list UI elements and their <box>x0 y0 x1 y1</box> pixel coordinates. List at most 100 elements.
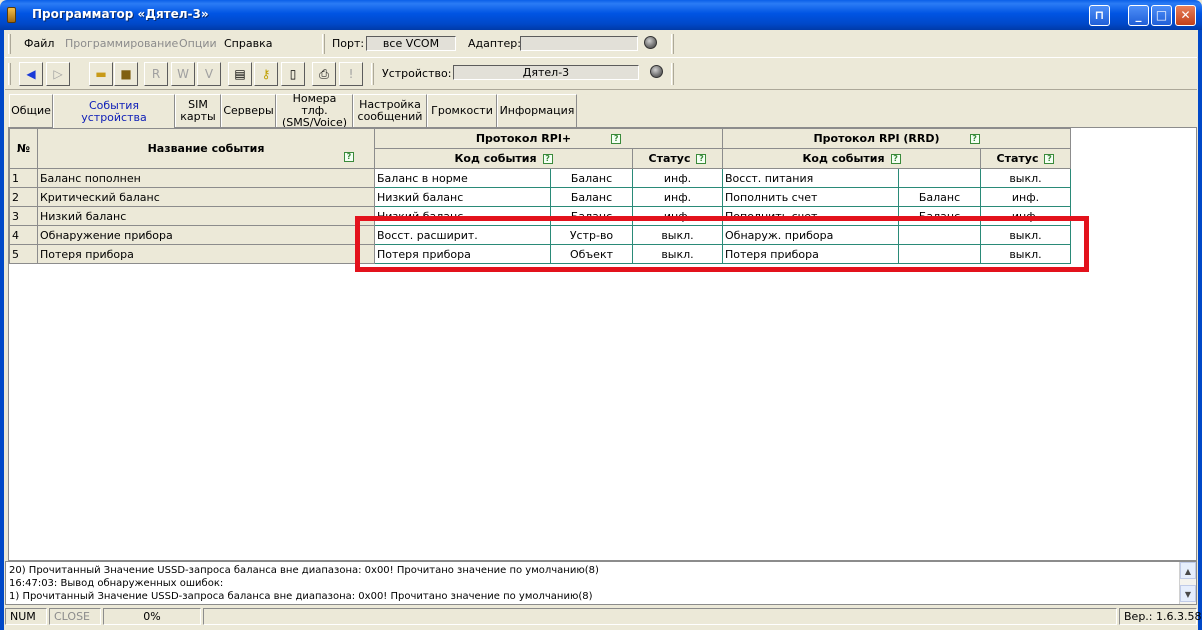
help-icon[interactable]: ? <box>1044 154 1055 164</box>
rpi-rrd-subcode-cell[interactable]: Баланс <box>898 187 981 207</box>
menu-file[interactable]: Файл <box>24 37 54 50</box>
rpi-plus-status-cell[interactable]: выкл. <box>632 244 723 264</box>
rpi-rrd-subcode-cell[interactable] <box>898 168 981 188</box>
rpi-rrd-status-cell[interactable]: инф. <box>980 187 1071 207</box>
toolbar-grip[interactable] <box>8 63 11 85</box>
minimize-button[interactable]: _ <box>1128 5 1149 26</box>
tab-information[interactable]: Информация <box>497 94 577 127</box>
write-device-icon[interactable]: W <box>171 62 195 86</box>
rpi-rrd-code-cell[interactable]: Пополнить счет <box>722 187 899 207</box>
close-button[interactable]: ✕ <box>1175 5 1196 26</box>
tab-message-settings[interactable]: Настройка сообщений <box>353 94 427 127</box>
rpi-rrd-subcode-cell[interactable]: Баланс <box>898 206 981 226</box>
rpi-plus-code-cell[interactable]: Низкий баланс <box>374 187 551 207</box>
device-grip[interactable] <box>371 63 374 85</box>
rpi-rrd-status-cell[interactable]: выкл. <box>980 168 1071 188</box>
rpi-rrd-subcode-cell[interactable] <box>898 225 981 245</box>
key-icon[interactable]: ⚷ <box>254 62 278 86</box>
tab-general[interactable]: Общие <box>9 94 53 127</box>
column-header-rpi-plus-code[interactable]: Код события? <box>374 148 633 169</box>
rpi-plus-status-cell[interactable]: инф. <box>632 206 723 226</box>
status-version: Вер.: 1.6.3.58 <box>1119 608 1201 625</box>
tab-device-events[interactable]: События устройства <box>53 94 175 128</box>
rpi-plus-code-cell[interactable]: Низкий баланс <box>374 206 551 226</box>
rpi-rrd-code-cell[interactable]: Восст. питания <box>722 168 899 188</box>
toolbar: ◀ ▷ ▬ ■ R W V ▤ ⚷ ▯ ⎙ ! Устройство: Дяте… <box>5 59 1197 90</box>
device-field[interactable]: Дятел-3 <box>453 65 639 80</box>
log-scrollbar[interactable]: ▲ ▼ <box>1179 562 1196 604</box>
tray-icon[interactable]: ⊓ <box>1089 5 1110 26</box>
table-row[interactable]: 3 Низкий баланс Низкий баланс Баланс инф… <box>9 206 1071 226</box>
help-icon[interactable]: ? <box>542 154 553 164</box>
events-table: № Название события? Протокол RPI+? Прото… <box>9 128 1071 264</box>
print-icon[interactable]: ⎙ <box>312 62 336 86</box>
window-frame-left <box>0 30 4 630</box>
verify-device-icon[interactable]: V <box>197 62 221 86</box>
tab-sim-cards[interactable]: SIM карты <box>175 94 221 127</box>
adapter-field[interactable] <box>520 36 638 51</box>
rpi-rrd-subcode-cell[interactable] <box>898 244 981 264</box>
table-row[interactable]: 2 Критический баланс Низкий баланс Балан… <box>9 187 1071 207</box>
tab-servers[interactable]: Серверы <box>221 94 276 127</box>
read-device-icon[interactable]: R <box>144 62 168 86</box>
title-bar[interactable]: Программатор «Дятел-3» ⊓ _ □ ✕ <box>0 0 1202 30</box>
rpi-plus-subcode-cell[interactable]: Баланс <box>550 187 633 207</box>
menu-options[interactable]: Опции <box>179 37 217 50</box>
column-header-event-name[interactable]: Название события? <box>37 128 375 169</box>
port-grip[interactable] <box>322 34 325 54</box>
rpi-plus-subcode-cell[interactable]: Баланс <box>550 206 633 226</box>
help-icon[interactable]: ? <box>890 154 901 164</box>
help-icon[interactable]: ? <box>969 134 980 144</box>
back-arrow-icon[interactable]: ◀ <box>19 62 43 86</box>
device-status-led <box>650 65 663 78</box>
menu-programming[interactable]: Программирование <box>65 37 178 50</box>
status-bar: NUM CLOSE 0% Вер.: 1.6.3.58 <box>5 606 1201 626</box>
table-row[interactable]: 4 Обнаружение прибора Восст. расширит. У… <box>9 225 1071 245</box>
group-header-rpi-plus-label: Протокол RPI+ <box>475 132 572 145</box>
menu-help[interactable]: Справка <box>224 37 272 50</box>
rpi-rrd-status-cell[interactable]: выкл. <box>980 244 1071 264</box>
rpi-plus-status-cell[interactable]: инф. <box>632 168 723 188</box>
open-folder-icon[interactable]: ▬ <box>89 62 113 86</box>
rpi-plus-code-cell[interactable]: Восст. расширит. <box>374 225 551 245</box>
help-icon[interactable]: ? <box>344 152 354 162</box>
tab-bar: Общие События устройства SIM карты Серве… <box>9 93 1197 129</box>
column-header-rpi-plus-status[interactable]: Статус? <box>632 148 723 169</box>
help-icon[interactable]: ? <box>611 134 622 144</box>
scroll-up-icon[interactable]: ▲ <box>1180 562 1196 579</box>
window-title: Программатор «Дятел-3» <box>32 7 209 21</box>
table-row[interactable]: 5 Потеря прибора Потеря прибора Объект в… <box>9 244 1071 264</box>
rpi-plus-status-cell[interactable]: инф. <box>632 187 723 207</box>
status-header-label: Статус <box>648 152 691 165</box>
maximize-button[interactable]: □ <box>1151 5 1172 26</box>
forward-arrow-icon[interactable]: ▷ <box>46 62 70 86</box>
log-panel[interactable]: 20) Прочитанный Значение USSD-запроса ба… <box>5 561 1197 605</box>
help-icon[interactable]: ? <box>696 154 707 164</box>
menu-grip[interactable] <box>8 34 11 54</box>
rpi-rrd-status-cell[interactable]: выкл. <box>980 225 1071 245</box>
tab-phone-numbers[interactable]: Номера тлф. (SMS/Voice) <box>276 93 353 129</box>
document-icon[interactable]: ▯ <box>281 62 305 86</box>
rpi-plus-subcode-cell[interactable]: Устр-во <box>550 225 633 245</box>
keyboard-icon[interactable]: ▤ <box>228 62 252 86</box>
table-row[interactable]: 1 Баланс пополнен Баланс в норме Баланс … <box>9 168 1071 188</box>
column-header-rpi-rrd-status[interactable]: Статус? <box>980 148 1071 169</box>
info-icon[interactable]: ! <box>339 62 363 86</box>
window-frame-right <box>1198 30 1202 630</box>
save-icon[interactable]: ■ <box>114 62 138 86</box>
rpi-rrd-status-cell[interactable]: инф. <box>980 206 1071 226</box>
rpi-rrd-code-cell[interactable]: Обнаруж. прибора <box>722 225 899 245</box>
column-header-number[interactable]: № <box>9 128 38 169</box>
rpi-plus-subcode-cell[interactable]: Объект <box>550 244 633 264</box>
rpi-plus-code-cell[interactable]: Потеря прибора <box>374 244 551 264</box>
scroll-down-icon[interactable]: ▼ <box>1180 585 1196 602</box>
column-header-rpi-rrd-code[interactable]: Код события? <box>722 148 981 169</box>
tab-volumes[interactable]: Громкости <box>427 94 497 127</box>
rpi-rrd-code-cell[interactable]: Пополнить счет <box>722 206 899 226</box>
rpi-plus-subcode-cell[interactable]: Баланс <box>550 168 633 188</box>
rpi-plus-code-cell[interactable]: Баланс в норме <box>374 168 551 188</box>
rpi-rrd-code-cell[interactable]: Потеря прибора <box>722 244 899 264</box>
rpi-plus-status-cell[interactable]: выкл. <box>632 225 723 245</box>
events-table-panel: № Название события? Протокол RPI+? Прото… <box>8 127 1197 561</box>
port-field[interactable]: все VCOM <box>366 36 456 51</box>
